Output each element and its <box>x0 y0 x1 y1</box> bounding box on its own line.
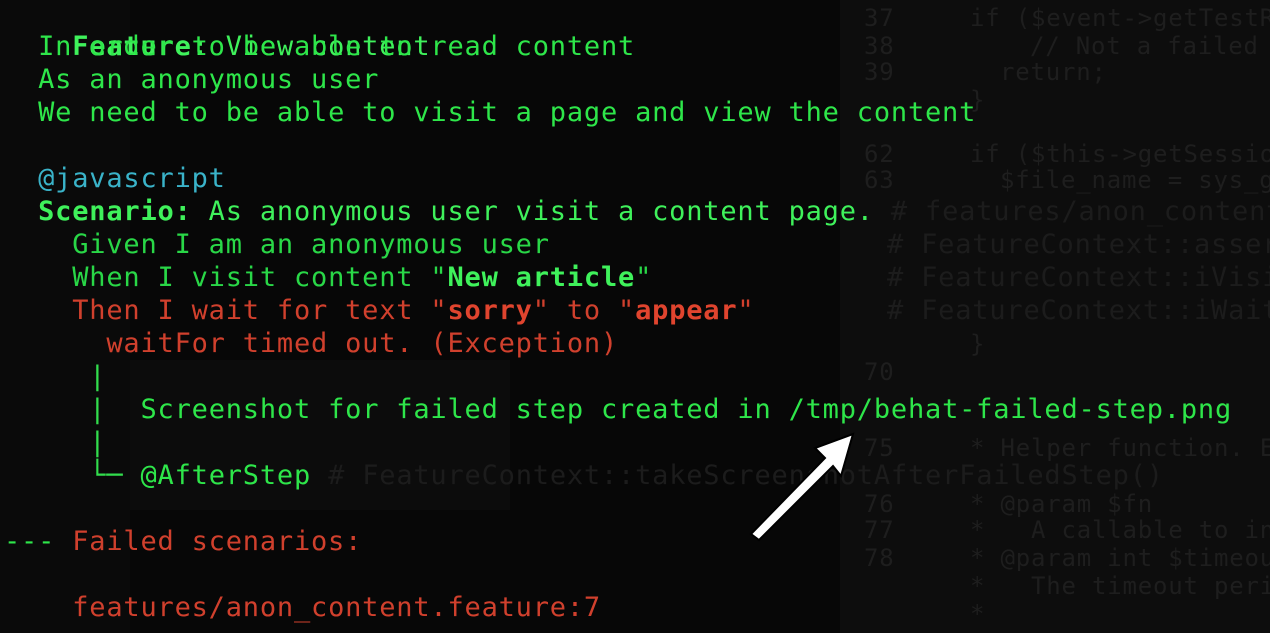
bg-line-number: 62 <box>864 140 895 168</box>
feature-narrative-line: We need to be able to visit a page and v… <box>38 97 977 128</box>
step-then: Then I wait for text "sorry" to "appear" <box>72 295 755 326</box>
bg-code-line: if ($event->getTestResu <box>970 4 1270 32</box>
feature-header: Feature: View content <box>4 0 430 62</box>
screenshot-line: | Screenshot for failed step created in … <box>4 393 1232 426</box>
arrow-pointer-icon <box>749 432 855 542</box>
bg-line-number: 75 <box>864 434 895 462</box>
feature-narrative-line: As an anonymous user <box>38 64 380 95</box>
step-given-comment: # FeatureContext::asser <box>887 229 1270 260</box>
step-when-arg: New article <box>447 262 636 293</box>
bg-code-line: // Not a failed step <box>1030 32 1259 60</box>
bg-code-line: * A callable to invoke <box>970 516 1270 544</box>
bg-code-line: * @param $fn <box>970 490 1153 518</box>
bg-code-line: * The timeout period. <box>970 572 1270 600</box>
failed-scenario-item[interactable]: features/anon_content.feature:7 <box>72 592 601 623</box>
bg-code-line: * Helper function. Exec <box>970 434 1270 462</box>
screenshot-message: Screenshot for failed step created in /t… <box>140 394 1233 425</box>
step-then-comment: # FeatureContext::iWait <box>887 295 1270 326</box>
hook-pipe: | <box>89 361 107 392</box>
bg-line-number: 70 <box>864 358 895 386</box>
bg-line-number: 38 <box>864 32 895 60</box>
step-when: When I visit content "New article" <box>72 262 653 293</box>
hook-pipe: | <box>89 427 107 458</box>
bg-line-number: 76 <box>864 490 895 518</box>
scenario-header: Scenario: As anonymous user visit a cont… <box>4 195 1270 228</box>
bg-code-line: * <box>970 600 986 628</box>
bg-line-number: 78 <box>864 544 895 572</box>
hook-branch: └─ <box>89 460 124 491</box>
after-step-name: @AfterStep <box>140 460 312 491</box>
bg-line-number: 77 <box>864 516 895 544</box>
feature-narrative-line: In order to be able to read content <box>38 31 636 62</box>
bg-code-line: * @param int $timeout <box>970 544 1270 572</box>
bg-line-number: 39 <box>864 58 895 86</box>
scenario-title: As anonymous user visit a content page. <box>191 196 874 227</box>
scenario-comment: # features/anon_content <box>890 196 1270 227</box>
bg-code-line: if ($this->getSession() <box>970 140 1270 168</box>
step-then-arg1: sorry <box>447 295 533 326</box>
hook-pipe: | <box>89 394 107 425</box>
exception-message: waitFor timed out. (Exception) <box>106 328 619 359</box>
step-when-comment: # FeatureContext::iVisi <box>887 262 1270 293</box>
scenario-keyword: Scenario: <box>38 196 192 227</box>
terminal-window: 37 if ($event->getTestResu 38 // Not a f… <box>0 0 1270 633</box>
bg-line-number: 63 <box>864 166 895 194</box>
bg-code-line: } <box>970 330 986 358</box>
step-given-text: Given I am an anonymous user <box>72 229 550 260</box>
scenario-tag: @javascript <box>38 163 226 194</box>
failed-scenarios-header: --- Failed scenarios: <box>4 525 362 558</box>
step-then-arg2: appear <box>635 295 738 326</box>
bg-line-number: 37 <box>864 4 895 32</box>
bg-code-line: return; <box>1000 58 1107 86</box>
after-step-hook: └─ @AfterStep # FeatureContext::takeScre… <box>4 459 1164 492</box>
step-given: Given I am an anonymous user <box>4 228 550 261</box>
failed-dashes: --- <box>4 526 56 557</box>
failed-label: Failed scenarios: <box>55 526 363 557</box>
bg-code-line: $file_name = sys_get_ <box>1000 166 1270 194</box>
